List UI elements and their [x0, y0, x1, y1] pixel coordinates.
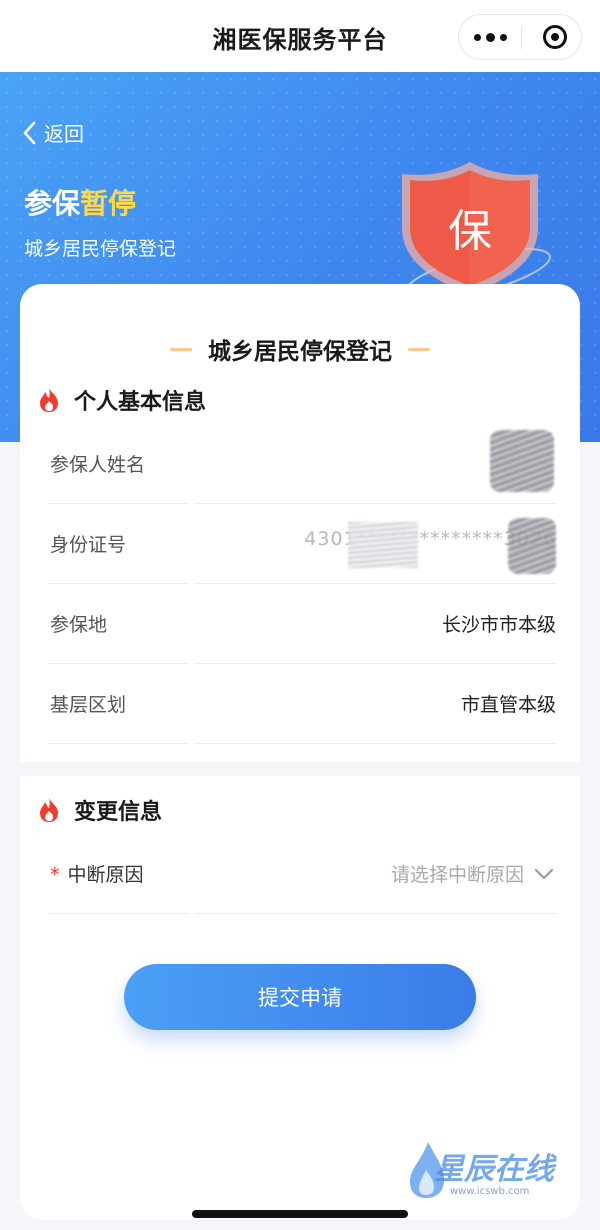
row-insured-name: 参保人姓名 — [48, 424, 556, 504]
chevron-down-icon — [534, 868, 554, 879]
interrupt-reason-text: 中断原因 — [67, 864, 144, 886]
interrupt-reason-select[interactable]: 请选择中断原因 — [391, 860, 554, 887]
district-label: 基层区划 — [50, 694, 127, 716]
hero-subtitle: 城乡居民停保登记 — [24, 238, 177, 260]
card-heading: 城乡居民停保登记 — [20, 332, 580, 366]
row-divider — [194, 913, 556, 914]
row-divider — [48, 743, 188, 744]
watermark-logo: 星辰在线 www.icswb.com — [400, 1138, 580, 1208]
interrupt-reason-placeholder: 请选择中断原因 — [390, 864, 524, 886]
insured-place-value: 长沙市市本级 — [441, 614, 556, 636]
back-button[interactable]: 返回 — [22, 118, 84, 147]
row-district: 基层区划 市直管本级 — [48, 664, 556, 744]
row-divider — [194, 743, 556, 744]
row-divider — [48, 913, 188, 914]
redacted-id-start — [348, 522, 418, 568]
basic-info-card: 城乡居民停保登记 个人基本信息 参保人姓名 身份证号 4301*********… — [20, 284, 580, 762]
row-interrupt-reason[interactable]: * 中断原因 请选择中断原因 — [48, 834, 556, 914]
mini-program-topbar: 湘医保服务平台 — [0, 0, 600, 72]
chevron-left-icon — [23, 121, 36, 144]
flame-icon — [40, 798, 58, 822]
hero-title-prefix: 参保 — [24, 187, 81, 220]
card-heading-text: 城乡居民停保登记 — [208, 339, 392, 365]
district-value: 市直管本级 — [460, 694, 556, 716]
interrupt-reason-label: * 中断原因 — [50, 860, 144, 887]
section-basic-info-title: 个人基本信息 — [74, 390, 207, 415]
shield-char: 保 — [448, 206, 492, 257]
id-number-value: 4301**************3026 — [304, 528, 556, 550]
section-basic-info: 个人基本信息 — [38, 384, 206, 416]
shield-icon: 保 — [398, 158, 568, 301]
row-insured-place: 参保地 长沙市市本级 — [48, 584, 556, 664]
section-change-info-title: 变更信息 — [74, 800, 163, 825]
flame-icon — [40, 388, 58, 412]
row-id-number: 身份证号 4301**************3026 — [48, 504, 556, 584]
back-label: 返回 — [44, 122, 84, 146]
redacted-id-end — [508, 518, 556, 574]
capsule-menu — [458, 14, 582, 60]
heading-dash-left — [170, 347, 192, 351]
more-icon[interactable] — [459, 15, 521, 59]
required-mark: * — [50, 864, 60, 886]
submit-button[interactable]: 提交申请 — [124, 964, 476, 1030]
redacted-name — [490, 430, 554, 492]
insured-place-label: 参保地 — [50, 614, 108, 636]
capsule-divider — [521, 27, 522, 49]
insured-name-label: 参保人姓名 — [50, 454, 146, 476]
hero-title-accent: 暂停 — [80, 187, 137, 220]
close-miniprogram-icon[interactable] — [543, 25, 567, 49]
hero-title: 参保暂停 — [24, 182, 136, 222]
section-change-info: 变更信息 — [38, 794, 162, 826]
heading-dash-right — [408, 347, 430, 351]
watermark-text: 星辰在线 — [434, 1152, 554, 1187]
home-indicator[interactable] — [192, 1210, 408, 1218]
watermark-url: www.icswb.com — [450, 1186, 530, 1197]
